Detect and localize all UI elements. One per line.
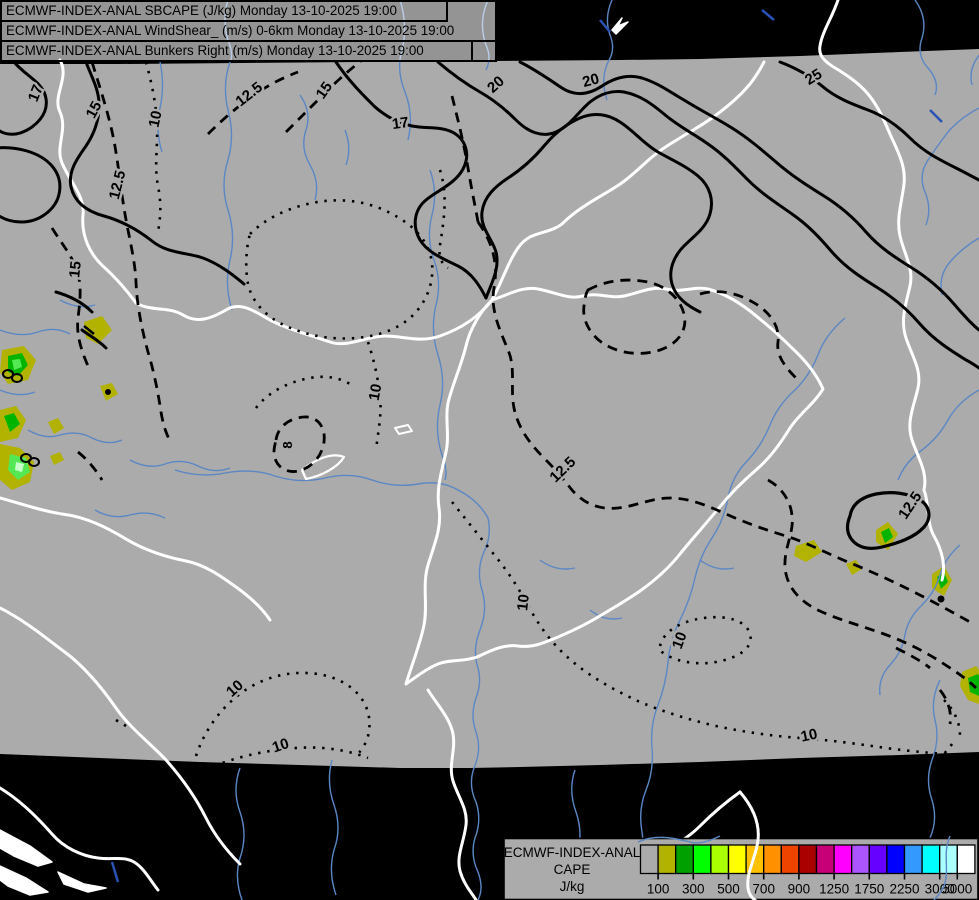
legend-swatch <box>658 845 676 874</box>
contour-label: 10 <box>799 726 819 746</box>
contour-label: 8 <box>280 441 295 448</box>
legend-swatch <box>957 845 975 874</box>
legend-swatch <box>869 845 887 874</box>
title-panel: ECMWF-INDEX-ANAL SBCAPE (J/kg) Monday 13… <box>0 0 497 62</box>
legend-tick-label: 1750 <box>854 882 884 897</box>
legend-subtitle: CAPE <box>554 862 591 877</box>
contour-label: 10 <box>146 109 166 129</box>
legend-units: J/kg <box>560 879 585 894</box>
legend-swatch <box>764 845 782 874</box>
legend-tick-label: 500 <box>717 882 740 897</box>
weather-map-screenshot: 17151012.5151720202512.51510812.512.5101… <box>0 0 979 900</box>
cape-legend: ECMWF-INDEX-ANAL CAPE J/kg 100 300 500 700 9… <box>504 839 978 900</box>
legend-swatch <box>729 845 747 874</box>
legend-swatch <box>676 845 694 874</box>
contour-label: 15 <box>66 260 85 278</box>
map-canvas: 17151012.5151720202512.51510812.512.5101… <box>0 0 979 900</box>
legend-tick-label: 2250 <box>889 882 919 897</box>
legend-swatch <box>693 845 711 874</box>
contour-label: 10 <box>366 383 386 402</box>
legend-swatch <box>852 845 870 874</box>
legend-swatch <box>887 845 905 874</box>
legend-colorbar <box>641 845 975 874</box>
contour-label: 10 <box>514 593 533 611</box>
legend-swatch <box>905 845 923 874</box>
title-line-windshear: ECMWF-INDEX-ANAL WindShear_ (m/s) 0-6km … <box>2 22 495 42</box>
title-line-sbcape: ECMWF-INDEX-ANAL SBCAPE (J/kg) Monday 13… <box>2 2 448 22</box>
legend-tick-label: 900 <box>788 882 811 897</box>
contour-label: 17 <box>391 114 410 133</box>
legend-title: ECMWF-INDEX-ANAL <box>504 845 641 860</box>
legend-swatch <box>641 845 659 874</box>
model-domain-area <box>0 49 979 768</box>
legend-swatch <box>922 845 940 874</box>
legend-swatch <box>940 845 958 874</box>
legend-swatch <box>781 845 799 874</box>
legend-swatch <box>711 845 729 874</box>
legend-swatch <box>834 845 852 874</box>
legend-swatch <box>799 845 817 874</box>
legend-tick-label: 5000 <box>942 882 972 897</box>
legend-tick-label: 300 <box>682 882 705 897</box>
legend-tick-label: 1250 <box>819 882 849 897</box>
legend-swatch <box>817 845 835 874</box>
legend-tick-label: 700 <box>752 882 775 897</box>
title-line-bunkers: ECMWF-INDEX-ANAL Bunkers Right (m/s) Mon… <box>2 42 473 60</box>
legend-tick-label: 100 <box>647 882 670 897</box>
